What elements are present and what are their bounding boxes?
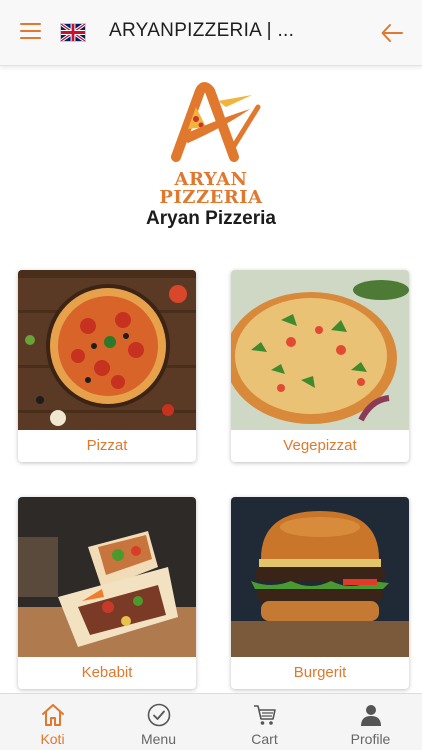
nav-item-profile[interactable]: Profile xyxy=(318,694,422,750)
top-app-bar: ARYANPIZZERIA | ... xyxy=(0,0,422,66)
category-card-burgerit[interactable]: Burgerit xyxy=(231,497,409,689)
check-circle-icon xyxy=(147,703,171,727)
category-card-vegepizzat[interactable]: Vegepizzat xyxy=(231,270,409,462)
hamburger-icon[interactable] xyxy=(20,23,41,41)
nav-label: Menu xyxy=(140,731,177,747)
cart-icon xyxy=(254,705,276,725)
page-title: ARYANPIZZERIA | ... xyxy=(109,20,295,41)
category-card-pizzat[interactable]: Pizzat xyxy=(18,270,196,462)
category-label: Burgerit xyxy=(293,664,347,681)
uk-flag-icon[interactable] xyxy=(60,23,86,42)
home-icon xyxy=(42,704,64,726)
kebab-wrap-image xyxy=(18,497,196,657)
nav-label: Profile xyxy=(350,731,391,747)
category-label: Kebabit xyxy=(81,664,133,681)
pizza-slice-logo-icon xyxy=(171,82,261,162)
nav-label: Koti xyxy=(40,731,65,747)
category-card-kebabit[interactable]: Kebabit xyxy=(18,497,196,689)
restaurant-logo: ARYAN PIZZERIA xyxy=(148,79,274,208)
veggie-pizza-image xyxy=(231,270,409,430)
category-label: Pizzat xyxy=(86,437,128,454)
nav-item-menu[interactable]: Menu xyxy=(106,694,211,750)
bottom-navigation: Koti Menu Cart Profile xyxy=(0,693,422,750)
person-icon xyxy=(361,705,381,726)
burger-image xyxy=(231,497,409,657)
logo-text-pizzeria: PIZZERIA xyxy=(159,187,263,208)
pizza-image xyxy=(18,270,196,430)
nav-item-koti[interactable]: Koti xyxy=(0,694,105,750)
category-label: Vegepizzat xyxy=(283,437,357,454)
restaurant-name: Aryan Pizzeria xyxy=(146,208,276,229)
arrow-left-icon[interactable] xyxy=(380,22,404,44)
home-content: ARYAN PIZZERIA Aryan Pizzeria Pizzat Veg… xyxy=(0,67,422,693)
nav-item-cart[interactable]: Cart xyxy=(212,694,317,750)
nav-label: Cart xyxy=(251,731,278,747)
